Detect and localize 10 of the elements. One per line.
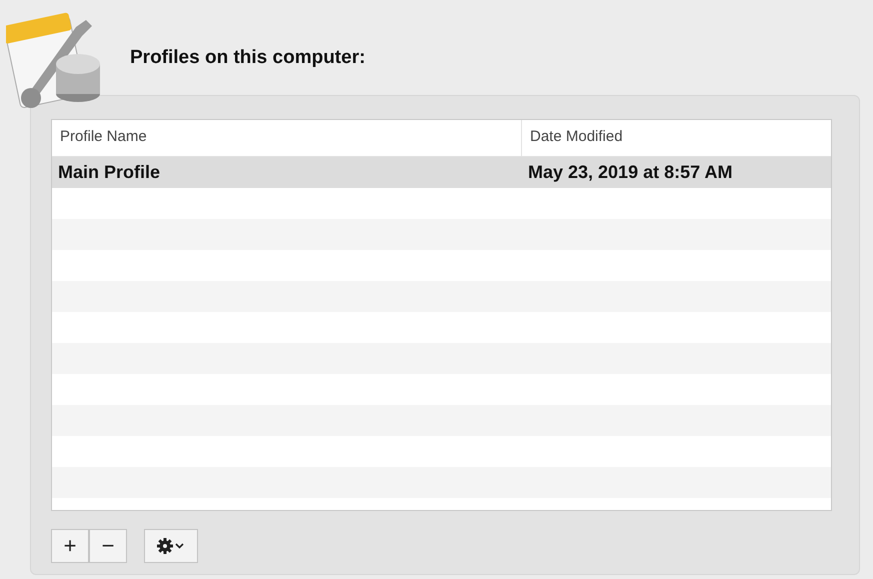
table-cell-text: May 23, 2019 at 8:57 AM (527, 162, 734, 183)
column-header[interactable]: Date Modified (522, 120, 831, 156)
table-cell-text: Main Profile (57, 162, 162, 183)
table-row[interactable]: Main Profile May 23, 2019 at 8:57 AM (52, 157, 831, 188)
section-title: Profiles on this computer: (130, 46, 366, 68)
toolbar-button[interactable]: − (89, 529, 127, 563)
column-header[interactable]: Profile Name (52, 120, 522, 156)
gear-icon (156, 537, 186, 555)
toolbar-button[interactable]: + (51, 529, 89, 563)
action-menu-button[interactable] (144, 529, 198, 563)
